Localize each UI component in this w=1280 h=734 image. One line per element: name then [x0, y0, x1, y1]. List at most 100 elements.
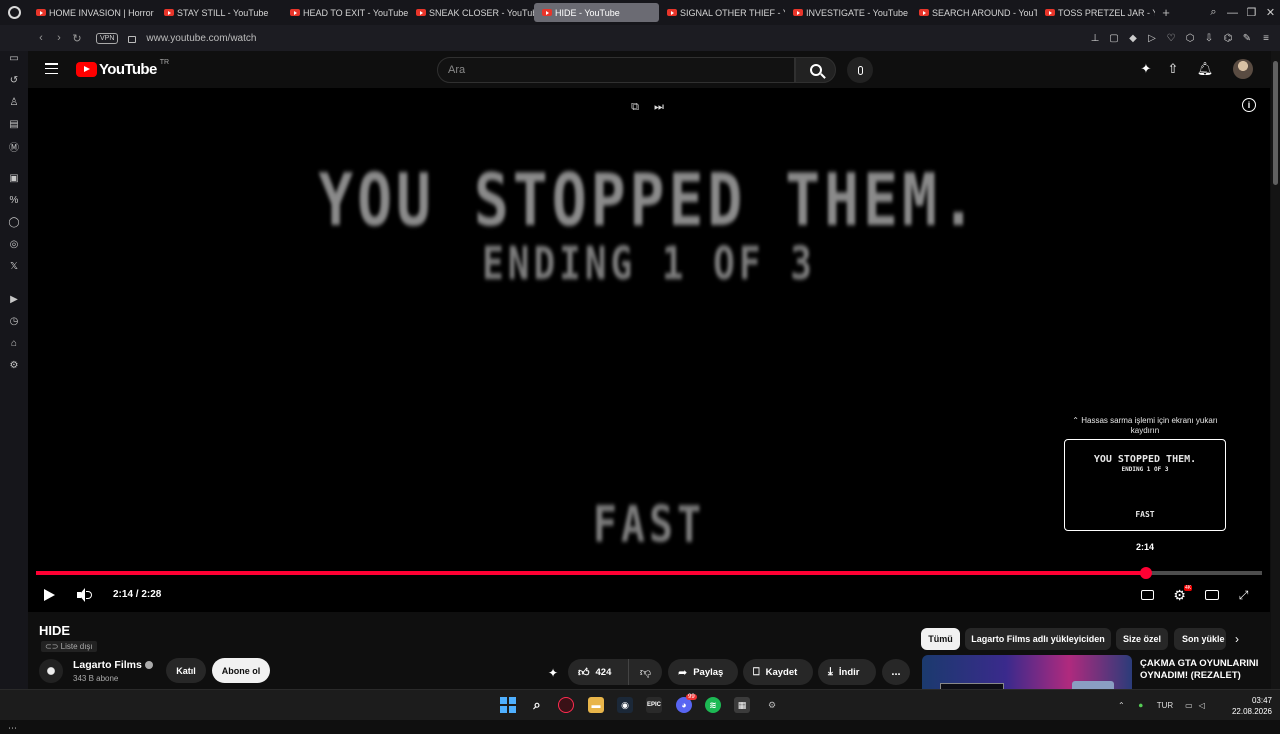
share-button[interactable]: ➦ Paylaş: [668, 659, 738, 685]
new-tab-button[interactable]: +: [1155, 5, 1177, 20]
heart-icon[interactable]: ♡: [1165, 33, 1177, 44]
network-icon[interactable]: ▭: [1185, 701, 1193, 710]
pin-icon[interactable]: ⊥: [1089, 33, 1101, 44]
taskbar-search-icon[interactable]: ⌕: [529, 697, 545, 713]
like-button[interactable]: 👍︎ 424: [568, 659, 628, 685]
tray-overflow-icon[interactable]: ⌃: [1118, 701, 1125, 710]
back-icon[interactable]: ‹: [32, 32, 50, 44]
epic-games-icon[interactable]: EPIC: [646, 697, 662, 713]
notifications-bell-icon[interactable]: 🔔︎: [1197, 61, 1214, 77]
easy-setup-icon[interactable]: ≡: [1260, 33, 1272, 44]
steam-icon[interactable]: ◉: [617, 697, 633, 713]
account-avatar[interactable]: [1233, 59, 1253, 79]
opera-gx-taskbar-icon[interactable]: [558, 697, 574, 713]
media-app-icon[interactable]: ▦: [734, 697, 750, 713]
history-icon[interactable]: ◷: [7, 314, 21, 328]
messenger-m-icon[interactable]: Ⓜ: [7, 139, 21, 154]
spotify-icon[interactable]: ≋: [705, 697, 721, 713]
play-icon[interactable]: [44, 589, 55, 601]
upload-icon[interactable]: ⇧: [1165, 61, 1181, 77]
recommended-video-thumbnail[interactable]: [922, 655, 1132, 689]
video-player[interactable]: ⧉ ⏭ i YOU STOPPED THEM. ENDING 1 OF 3 FA…: [28, 88, 1270, 612]
search-tabs-icon[interactable]: ⌕: [1204, 0, 1223, 25]
search-input[interactable]: Ara: [437, 57, 795, 83]
vpn-badge[interactable]: VPN: [96, 32, 119, 44]
tab-investigate[interactable]: INVESTIGATE - YouTube: [785, 3, 911, 22]
close-icon[interactable]: ✕: [1261, 0, 1280, 25]
tab-stay-still[interactable]: STAY STILL - YouTube: [156, 3, 282, 22]
restore-icon[interactable]: ❐: [1242, 0, 1261, 25]
settings-icon[interactable]: ⚙: [7, 358, 21, 372]
tab-sneak-closer[interactable]: SNEAK CLOSER - YouTube: [408, 3, 534, 22]
subscribe-button[interactable]: Abone ol: [212, 658, 270, 683]
chip-recently-uploaded[interactable]: Son yükle: [1174, 628, 1226, 650]
player-icon[interactable]: ▶: [7, 292, 21, 306]
gemini-sparkle-icon[interactable]: ✦: [1138, 61, 1154, 77]
hamburger-menu-icon[interactable]: [45, 63, 58, 74]
tab-toss-pretzel-jar[interactable]: TOSS PRETZEL JAR - You: [1037, 3, 1155, 22]
gx-corner-icon[interactable]: ♙: [7, 95, 21, 109]
taskbar-clock[interactable]: 03:47 22.08.2026: [1222, 695, 1272, 717]
share-icon[interactable]: ▷: [1146, 33, 1158, 44]
scrubber-handle[interactable]: [1140, 567, 1153, 579]
tab-search-around[interactable]: SEARCH AROUND - YouTu: [911, 3, 1037, 22]
snapshot-icon[interactable]: ▢: [1108, 33, 1120, 44]
address-field[interactable]: www.youtube.com/watch: [146, 33, 256, 44]
chevron-right-icon[interactable]: ›: [1235, 632, 1239, 646]
language-indicator[interactable]: TUR: [1157, 701, 1173, 710]
gx-cleaner-icon[interactable]: ↺: [7, 73, 21, 87]
search-button[interactable]: [795, 57, 836, 83]
voice-search-button[interactable]: [847, 57, 873, 83]
fullscreen-icon[interactable]: ⤢: [1236, 588, 1251, 602]
miniplayer-icon[interactable]: ⧉: [628, 100, 642, 114]
tab-hide[interactable]: HIDE - YouTube: [534, 3, 659, 22]
opera-gx-logo-icon[interactable]: [0, 0, 28, 25]
recommended-video-title[interactable]: ÇAKMA GTA OYUNLARINI OYNADIM! (REZALET): [1140, 658, 1268, 682]
youtube-logo[interactable]: YouTube TR: [76, 59, 169, 78]
join-button[interactable]: Katıl: [166, 658, 206, 683]
more-actions-button[interactable]: ...: [882, 659, 910, 685]
progress-bar[interactable]: [36, 567, 1262, 579]
news-icon[interactable]: ▤: [7, 117, 21, 131]
dislike-button[interactable]: 👎︎: [628, 659, 662, 685]
minimize-icon[interactable]: —: [1223, 0, 1242, 25]
channel-avatar[interactable]: [39, 659, 63, 683]
page-scrollbar[interactable]: [1271, 51, 1280, 689]
whatsapp-icon[interactable]: ◯: [7, 215, 21, 229]
mic-tray-icon[interactable]: ⏺: [1139, 701, 1143, 711]
chip-for-you[interactable]: Size özel: [1116, 628, 1168, 650]
speaker-icon[interactable]: ◁: [1199, 701, 1205, 710]
discount-icon[interactable]: %: [7, 193, 21, 207]
info-icon[interactable]: i: [1242, 98, 1256, 112]
theater-mode-icon[interactable]: [1204, 588, 1219, 602]
channel-name[interactable]: Lagarto Films: [73, 659, 153, 671]
ai-icon[interactable]: ✎: [1241, 33, 1253, 44]
pinboard-icon[interactable]: ⌂: [7, 336, 21, 350]
lock-icon[interactable]: [128, 35, 137, 43]
chip-all[interactable]: Tümü: [921, 628, 960, 650]
scrollbar-thumb[interactable]: [1273, 61, 1278, 185]
windows-start-icon[interactable]: [500, 697, 516, 713]
save-button[interactable]: ⎕ Kaydet: [743, 659, 813, 685]
subtitles-icon[interactable]: [1140, 588, 1155, 602]
skip-next-icon[interactable]: ⏭: [652, 100, 666, 114]
x-twitter-icon[interactable]: 𝕏: [7, 259, 21, 273]
more-options-icon[interactable]: ⋯: [8, 723, 17, 734]
download-icon[interactable]: ⇩: [1203, 33, 1215, 44]
tab-head-to-exit[interactable]: HEAD TO EXIT - YouTube: [282, 3, 408, 22]
forward-icon[interactable]: ›: [50, 32, 68, 44]
instagram-icon[interactable]: ◎: [7, 237, 21, 251]
shield-icon[interactable]: ◆: [1127, 33, 1139, 44]
chip-from-uploader[interactable]: Lagarto Films adlı yükleyiciden: [965, 628, 1111, 650]
extensions-icon[interactable]: ⬡: [1184, 33, 1196, 44]
ask-sparkle-icon[interactable]: ✦: [548, 666, 558, 680]
gx-control-icon[interactable]: ▭: [7, 51, 21, 65]
twitch-icon[interactable]: ▣: [7, 171, 21, 185]
settings-app-icon[interactable]: ⚙: [764, 697, 780, 713]
volume-icon[interactable]: [77, 588, 93, 602]
bookmarks-icon[interactable]: ⌬: [1222, 33, 1234, 44]
reload-icon[interactable]: ↻: [68, 32, 86, 45]
tab-home-invasion[interactable]: HOME INVASION | Horror: [28, 3, 156, 22]
file-explorer-icon[interactable]: ▬: [588, 697, 604, 713]
download-button[interactable]: ⤓ İndir: [818, 659, 876, 685]
